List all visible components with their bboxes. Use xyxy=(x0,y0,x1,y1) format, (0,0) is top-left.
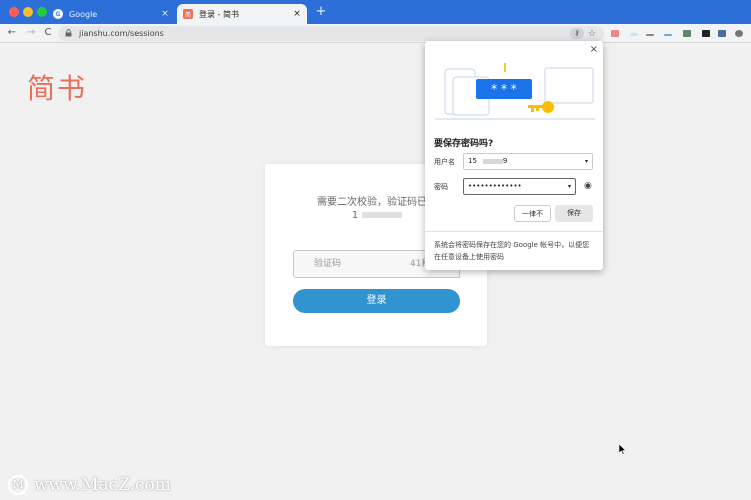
reload-button[interactable]: C xyxy=(41,26,55,40)
save-password-popup: * * * × 要保存密码吗? 用户名 15 9 ▾ 密码 •••••••••••… xyxy=(425,41,603,270)
username-tail: 9 xyxy=(502,157,508,165)
tab-close-icon[interactable]: × xyxy=(159,9,171,19)
key-icon[interactable]: ⚷ xyxy=(570,28,584,39)
never-save-button[interactable]: 一律不 xyxy=(514,205,551,222)
extension-icon[interactable] xyxy=(683,30,691,37)
username-dropdown[interactable]: 15 9 ▾ xyxy=(463,153,593,170)
mouse-cursor-icon xyxy=(618,443,627,458)
jianshu-icon: 简 xyxy=(183,9,193,19)
popup-footnote: 系统会将密码保存在您的 Google 帐号中，以便您在任意设备上使用密码 xyxy=(434,241,590,261)
chevron-down-icon: ▾ xyxy=(567,183,571,190)
browser-toolbar: ← → C jianshu.com/sessions ⚷ ☆ xyxy=(0,24,751,43)
chevron-down-icon: ▾ xyxy=(584,158,588,165)
password-label: 密码 xyxy=(434,183,448,191)
extension-icon[interactable] xyxy=(630,33,638,36)
popup-divider xyxy=(425,231,603,232)
masked-password-text: * * * xyxy=(491,82,517,96)
close-window-button[interactable] xyxy=(9,7,19,17)
tab-title: 登录 - 简书 xyxy=(199,9,239,19)
password-illustration-icon: * * * xyxy=(435,63,595,120)
extension-icon[interactable] xyxy=(718,30,726,37)
masked-username xyxy=(482,158,503,164)
extension-icon[interactable] xyxy=(646,34,654,36)
masked-phone-prefix: 1 xyxy=(351,210,359,221)
extension-icon[interactable] xyxy=(664,34,672,36)
watermark-text: www.MacZ.com xyxy=(34,475,171,495)
popup-close-icon[interactable]: × xyxy=(590,44,598,55)
username-value: 15 xyxy=(468,157,477,165)
back-button[interactable]: ← xyxy=(5,26,19,40)
new-tab-button[interactable]: + xyxy=(314,5,328,19)
jianshu-logo[interactable]: 简书 xyxy=(27,67,87,107)
tab-close-icon[interactable]: × xyxy=(291,9,303,19)
address-bar[interactable]: jianshu.com/sessions ⚷ ☆ xyxy=(58,26,604,41)
extension-icon[interactable] xyxy=(702,30,710,37)
maximize-window-button[interactable] xyxy=(37,7,47,17)
tab-jianshu-login[interactable]: 简 登录 - 简书 × xyxy=(177,4,307,24)
url-text[interactable]: jianshu.com/sessions xyxy=(79,29,570,38)
show-password-eye-icon[interactable]: ◉ xyxy=(584,181,592,191)
google-icon: G xyxy=(53,9,63,19)
password-dropdown[interactable]: ••••••••••••• ▾ xyxy=(463,178,576,195)
username-label: 用户名 xyxy=(434,158,455,166)
save-button[interactable]: 保存 xyxy=(555,205,593,222)
profile-avatar[interactable] xyxy=(735,30,743,37)
macz-logo-icon: M xyxy=(8,475,28,495)
extension-icon[interactable] xyxy=(611,30,619,37)
minimize-window-button[interactable] xyxy=(23,7,33,17)
tab-google[interactable]: G Google × xyxy=(47,4,175,24)
login-button[interactable]: 登录 xyxy=(293,289,460,313)
watermark: M www.MacZ.com xyxy=(8,474,171,496)
popup-title: 要保存密码吗? xyxy=(434,139,494,149)
masked-phone xyxy=(362,212,403,218)
password-value: ••••••••••••• xyxy=(468,182,522,190)
tab-title: Google xyxy=(69,9,98,19)
verification-code-input[interactable]: 验证码 xyxy=(293,250,401,278)
lock-icon[interactable] xyxy=(65,28,73,39)
tab-strip: G Google × 简 登录 - 简书 × + xyxy=(0,0,751,24)
forward-button[interactable]: → xyxy=(24,26,38,40)
star-icon[interactable]: ☆ xyxy=(588,29,598,39)
